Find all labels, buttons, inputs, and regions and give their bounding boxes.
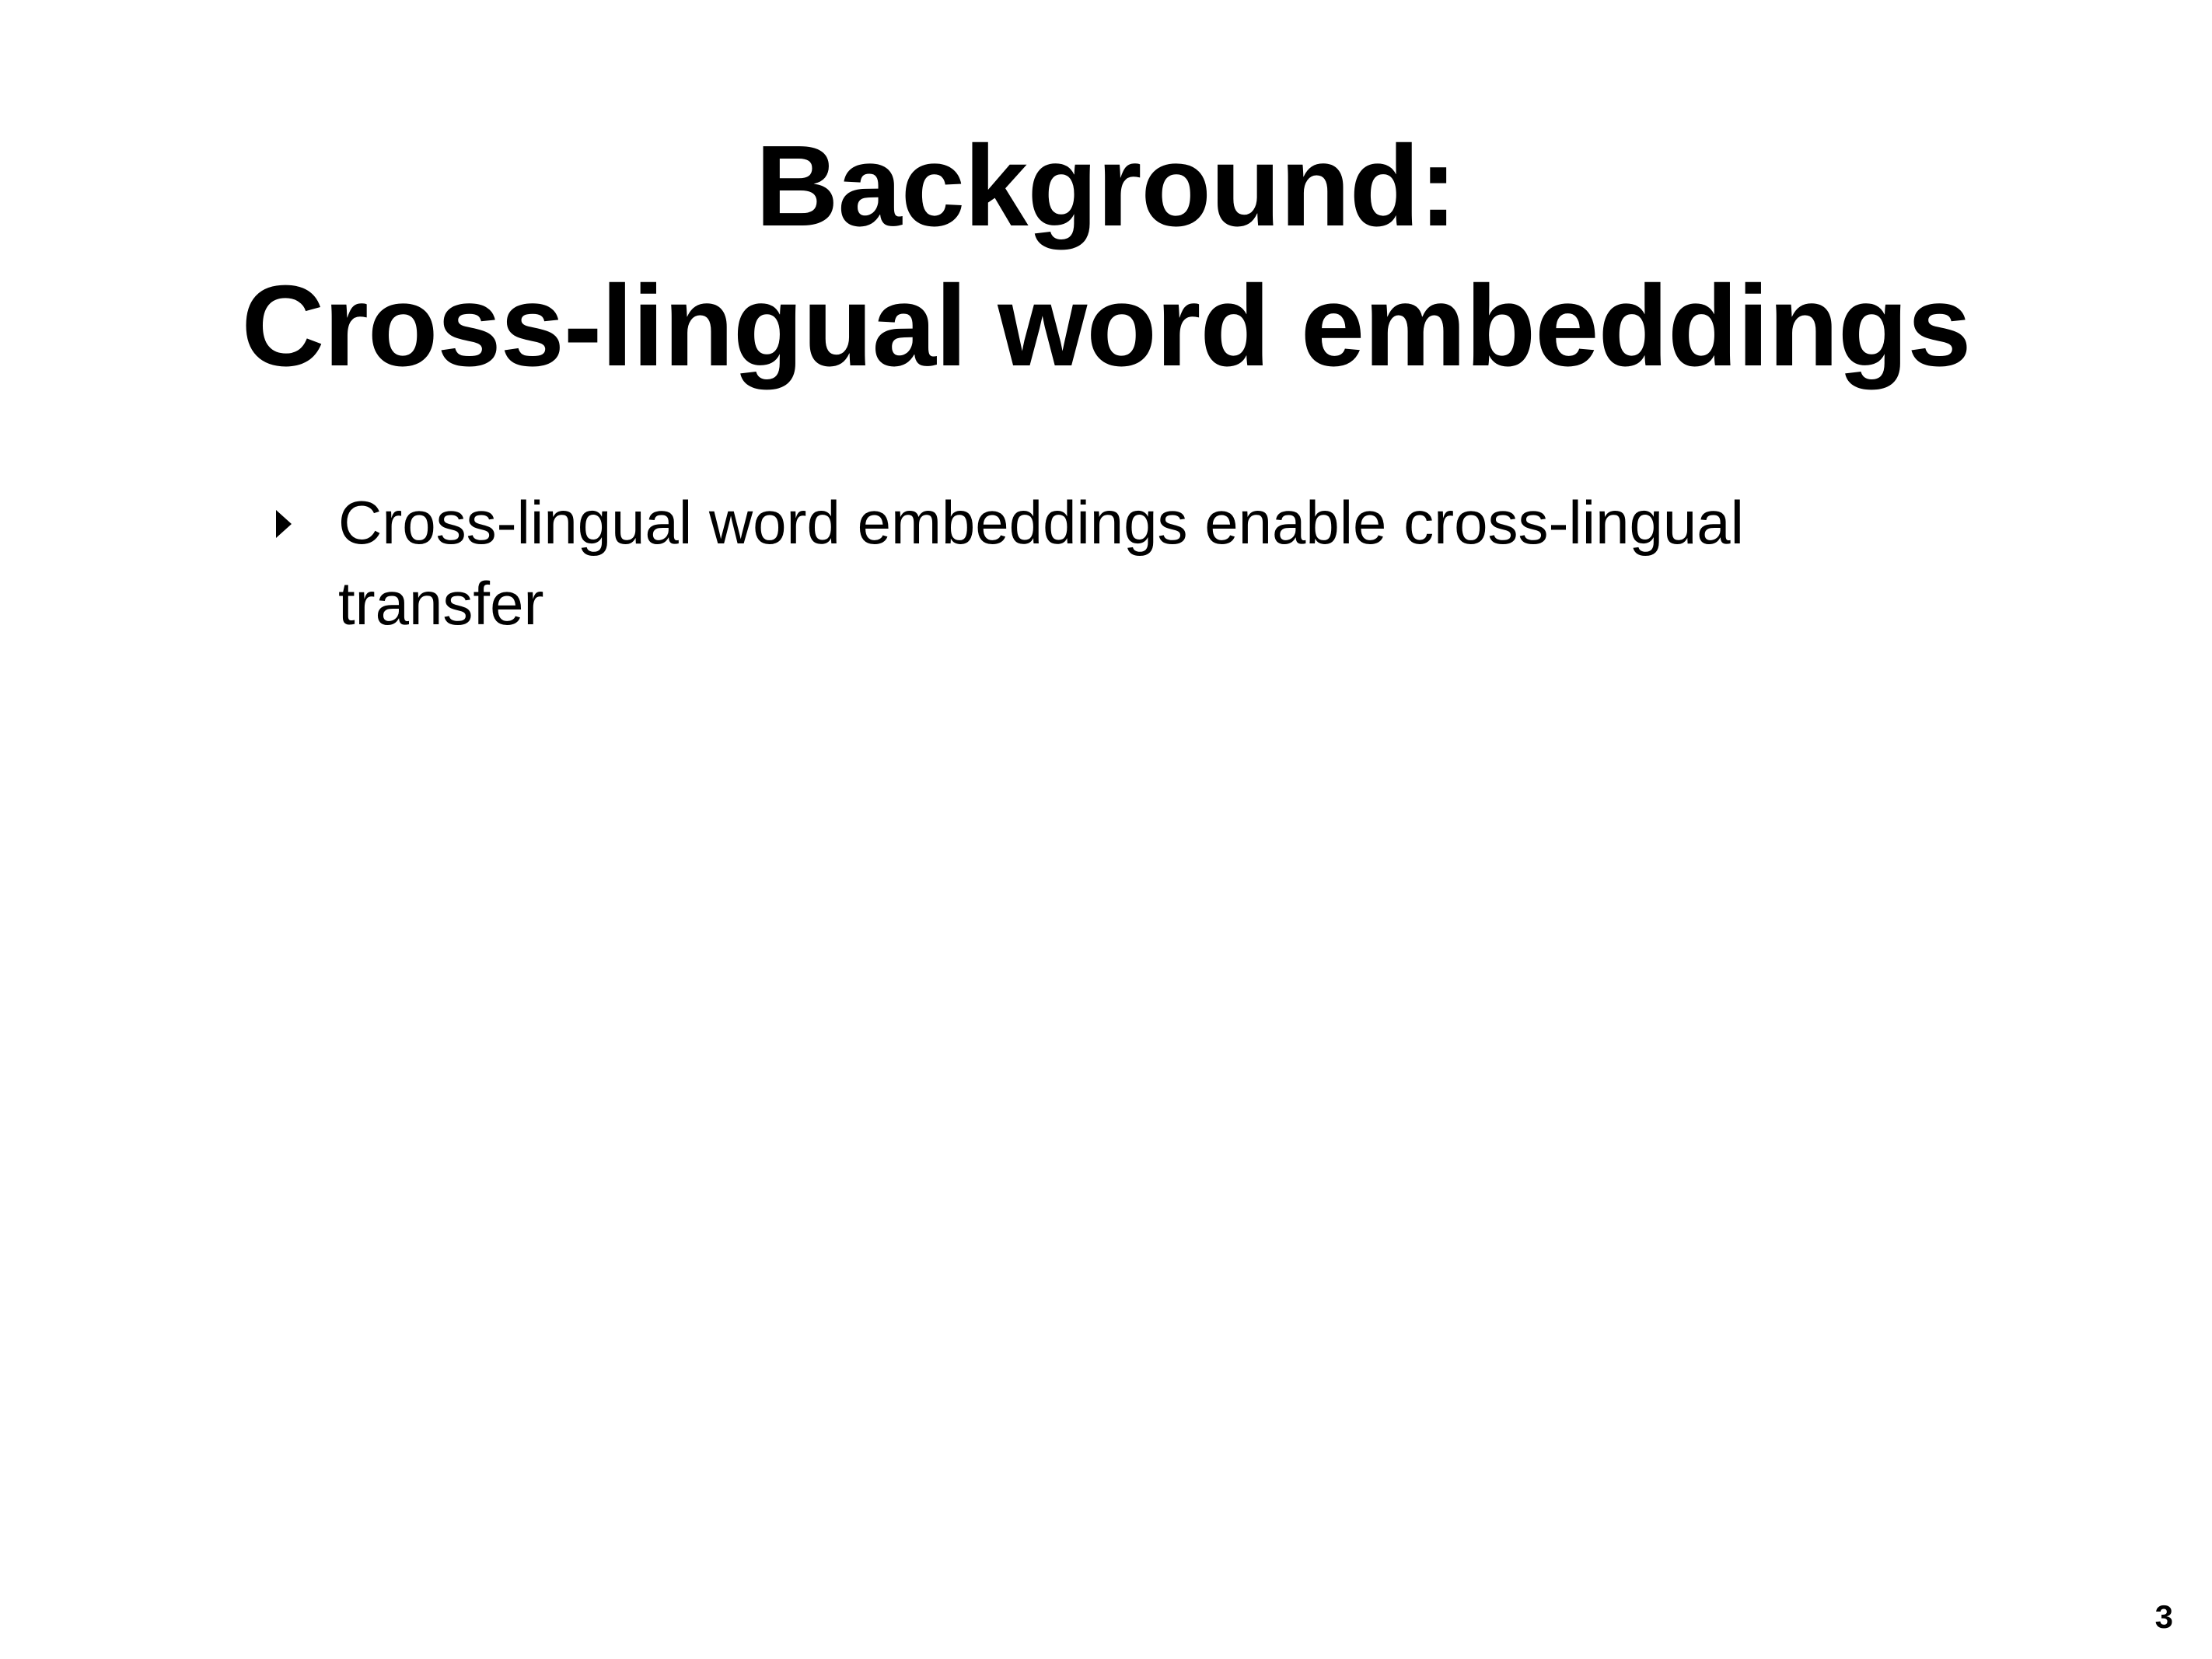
slide-title: Background: Cross-lingual word embedding… <box>0 117 2212 396</box>
page-number: 3 <box>2154 1598 2173 1635</box>
triangle-right-icon <box>276 510 292 538</box>
bullet-text: Cross-lingual word embeddings enable cro… <box>338 488 1744 637</box>
slide: Background: Cross-lingual word embedding… <box>0 0 2212 1659</box>
slide-title-line-1: Background: <box>755 122 1458 250</box>
bullet-item: Cross-lingual word embeddings enable cro… <box>276 482 1870 644</box>
slide-title-line-2: Cross-lingual word embeddings <box>241 262 1971 390</box>
bullet-list: Cross-lingual word embeddings enable cro… <box>276 482 1870 644</box>
